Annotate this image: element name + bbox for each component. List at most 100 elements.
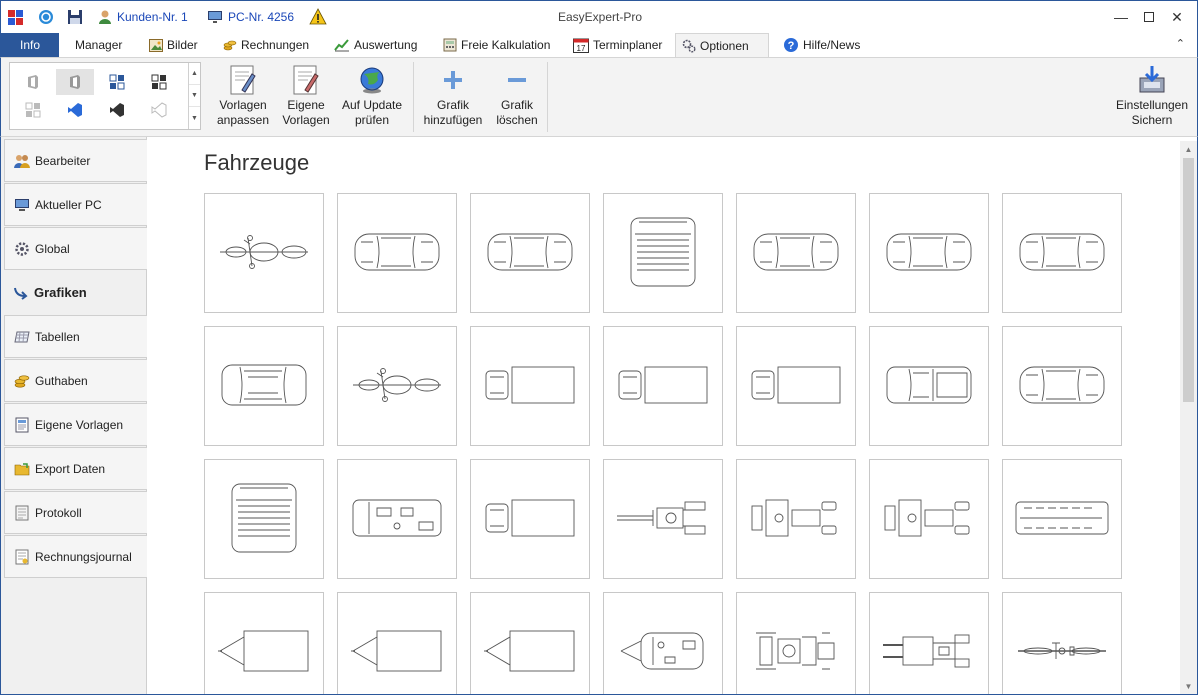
scroll-thumb[interactable] (1183, 158, 1194, 402)
vorlagen-anpassen-button[interactable]: Vorlagen anpassen (214, 62, 272, 132)
sidebar-item-global[interactable]: Global (4, 227, 148, 270)
vehicle-tile[interactable] (869, 592, 989, 695)
truck-top-icon (746, 347, 846, 426)
vehicle-tile[interactable] (869, 326, 989, 446)
vehicle-tile[interactable] (869, 459, 989, 579)
minimize-button[interactable]: — (1107, 5, 1135, 29)
tab-rechnungen[interactable]: Rechnungen (217, 33, 315, 57)
office-logo-icon[interactable] (56, 69, 94, 95)
vehicle-tile[interactable] (337, 193, 457, 313)
window-title: EasyExpert-Pro (557, 10, 643, 24)
eigene-vorlagen-button[interactable]: Eigene Vorlagen (279, 62, 333, 132)
chevron-down-icon[interactable]: ▼ (189, 85, 200, 107)
visual-studio-icon[interactable] (98, 97, 136, 123)
grid-style-icon[interactable] (14, 97, 52, 123)
car-top-icon (746, 214, 846, 293)
tab-label: Optionen (700, 39, 749, 53)
visual-studio-icon[interactable] (140, 97, 178, 123)
sidebar-item-tabellen[interactable]: Tabellen (4, 315, 148, 358)
calculator-icon (443, 38, 457, 52)
vehicle-tile[interactable] (1002, 592, 1122, 695)
auf-update-pruefen-button[interactable]: Auf Update prüfen (339, 62, 405, 132)
vehicle-tile[interactable] (204, 459, 324, 579)
style-gallery[interactable]: ▲ ▼ ▼ (9, 62, 201, 130)
sidebar-item-export-daten[interactable]: Export Daten (4, 447, 148, 490)
sidebar-item-aktueller-pc[interactable]: Aktueller PC (4, 183, 148, 226)
vehicle-tile[interactable] (204, 592, 324, 695)
help-icon: ? (783, 37, 799, 53)
sidebar-item-protokoll[interactable]: Protokoll (4, 491, 148, 534)
grid-style-icon[interactable] (140, 69, 178, 95)
tab-auswertung[interactable]: Auswertung (328, 33, 423, 57)
vehicle-tile[interactable] (736, 459, 856, 579)
camper-top-icon (347, 480, 447, 559)
globe-update-icon (356, 62, 388, 98)
vehicle-tile[interactable] (204, 326, 324, 446)
grafik-loeschen-button[interactable]: Grafik löschen (491, 62, 543, 132)
office-logo-icon[interactable] (14, 69, 52, 95)
button-label: hinzufügen (423, 113, 483, 127)
grafik-hinzufuegen-button[interactable]: Grafik hinzufügen (421, 62, 485, 132)
folder-icon (13, 460, 31, 478)
scroll-up-icon[interactable]: ▲ (1180, 141, 1197, 158)
vehicle-tile[interactable] (337, 592, 457, 695)
gallery-expand-icon[interactable]: ▼ (189, 107, 200, 129)
tab-info[interactable]: Info (1, 33, 59, 57)
log-icon (13, 504, 31, 522)
sidebar-item-rechnungsjournal[interactable]: Rechnungsjournal (4, 535, 148, 578)
trailer-top-icon (347, 613, 447, 692)
maximize-button[interactable] (1135, 5, 1163, 29)
vehicle-tile[interactable] (1002, 459, 1122, 579)
scroll-down-icon[interactable]: ▼ (1180, 678, 1197, 695)
tab-manager[interactable]: Manager (69, 33, 128, 57)
vehicle-tile[interactable] (204, 193, 324, 313)
vehicle-tile[interactable] (337, 326, 457, 446)
vertical-scrollbar[interactable]: ▲ ▼ (1180, 141, 1197, 695)
vehicle-tile[interactable] (470, 459, 590, 579)
tab-freie-kalkulation[interactable]: Freie Kalkulation (437, 33, 556, 57)
close-button[interactable]: ✕ (1163, 5, 1191, 29)
maximize-icon (1144, 12, 1154, 22)
document-icon (13, 416, 31, 434)
vehicle-tile[interactable] (337, 459, 457, 579)
einstellungen-sichern-button[interactable]: Einstellungen Sichern (1109, 62, 1195, 132)
truck-top-icon (480, 347, 580, 426)
sidebar-item-bearbeiter[interactable]: Bearbeiter (4, 139, 148, 182)
chevron-up-icon[interactable]: ▲ (189, 63, 200, 85)
vehicle-tile[interactable] (1002, 193, 1122, 313)
close-icon: ✕ (1171, 8, 1183, 25)
vehicle-tile[interactable] (470, 592, 590, 695)
vehicle-tile[interactable] (603, 193, 723, 313)
gallery-scroll[interactable]: ▲ ▼ ▼ (188, 63, 200, 129)
sidebar-item-grafiken[interactable]: Grafiken (4, 271, 148, 314)
sidebar: Bearbeiter Aktueller PC Global Grafiken … (0, 137, 148, 695)
vehicle-tile[interactable] (869, 193, 989, 313)
svg-text:?: ? (788, 40, 795, 52)
trailer-top-icon (214, 613, 314, 692)
page-title: Fahrzeuge (204, 150, 310, 175)
sidebar-item-eigene-vorlagen[interactable]: Eigene Vorlagen (4, 403, 148, 446)
journal-icon (13, 548, 31, 566)
visual-studio-icon[interactable] (56, 97, 94, 123)
vehicle-tile[interactable] (470, 326, 590, 446)
tab-bilder[interactable]: Bilder (143, 33, 204, 57)
sidebar-item-guthaben[interactable]: Guthaben (4, 359, 148, 402)
vehicle-tile[interactable] (470, 193, 590, 313)
vehicle-tile[interactable] (736, 193, 856, 313)
vehicle-tile[interactable] (736, 592, 856, 695)
vehicle-tile[interactable] (603, 459, 723, 579)
tab-hilfe-news[interactable]: ? Hilfe/News (777, 33, 866, 57)
grid-style-icon[interactable] (98, 69, 136, 95)
tractor-top-icon (879, 480, 979, 559)
sidebar-item-label: Export Daten (35, 461, 106, 476)
button-label: anpassen (216, 113, 270, 127)
gear-icon (13, 240, 31, 258)
vehicle-tile[interactable] (736, 326, 856, 446)
tab-optionen[interactable]: Optionen (675, 33, 769, 58)
tab-terminplaner[interactable]: 17 Terminplaner (567, 33, 668, 57)
vehicle-tile[interactable] (603, 326, 723, 446)
vehicle-tile[interactable] (1002, 326, 1122, 446)
tab-label: Bilder (167, 38, 198, 52)
collapse-ribbon-button[interactable]: ⌃ (1176, 37, 1185, 50)
vehicle-tile[interactable] (603, 592, 723, 695)
